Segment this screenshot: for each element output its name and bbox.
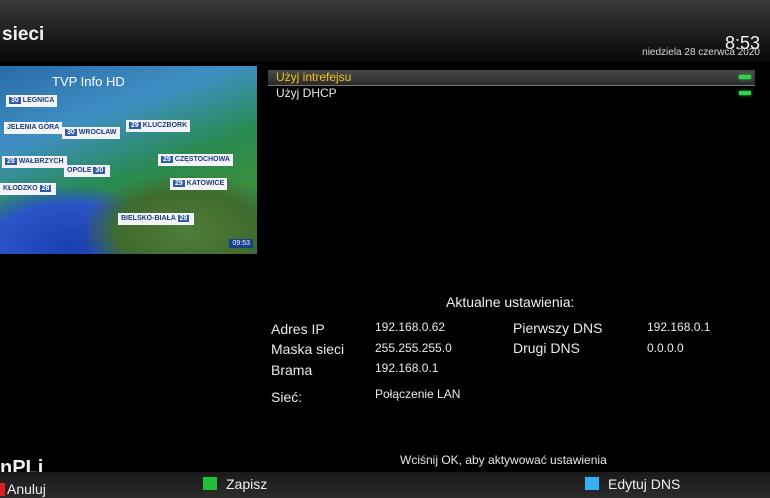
menu-item-use-dhcp[interactable]: Użyj DHCP (268, 86, 755, 101)
red-key-icon (0, 483, 5, 496)
button-bar: Anuluj Zapisz Edytuj DNS (0, 472, 770, 498)
menu-item-use-interface[interactable]: Użyj intrefejsu (268, 70, 755, 86)
blue-key-icon (585, 477, 599, 490)
menu-item-label: Użyj intrefejsu (276, 70, 352, 84)
network-value: Połączenie LAN (375, 387, 461, 401)
weather-tag-wroclaw: 30 WROCŁAW (62, 127, 120, 139)
edit-dns-button[interactable]: Edytuj DNS (608, 476, 680, 492)
date: niedziela 28 czerwca 2020 (642, 47, 760, 58)
preview-clock: 09:53 (229, 239, 253, 248)
save-button[interactable]: Zapisz (226, 476, 267, 492)
toggle-on-indicator (739, 91, 751, 95)
ip-value: 192.168.0.62 (375, 320, 446, 334)
green-key-icon (203, 477, 217, 490)
weather-tag-opole: OPOLE 30 (64, 165, 111, 177)
current-settings-title: Aktualne ustawienia: (446, 294, 575, 310)
weather-tag-katowice: 29 KATOWICE (170, 178, 228, 190)
network-label: Sieć: (271, 389, 303, 405)
settings-menu: Użyj intrefejsu Użyj DHCP (268, 70, 755, 101)
page-title: sieci (2, 24, 45, 45)
cancel-button[interactable]: Anuluj (7, 481, 46, 497)
dns2-label: Drugi DNS (513, 340, 580, 356)
mask-label: Maska sieci (271, 341, 345, 357)
menu-item-label: Użyj DHCP (276, 86, 337, 100)
channel-name: TVP Info HD (52, 74, 125, 89)
weather-tag-bielsko-biala: BIELSKO-BIAŁA 29 (118, 213, 195, 225)
ok-hint: Wciśnij OK, aby aktywować ustawienia (400, 453, 607, 467)
weather-tag-czestochowa: 29 CZĘSTOCHOWA (158, 154, 233, 166)
weather-tag-klodzko: KŁODZKO 28 (0, 183, 57, 195)
weather-tag-legnica: 30 LEGNICA (6, 95, 58, 107)
top-bar: sieci 8:53 niedziela 28 czerwca 2020 (0, 0, 770, 62)
dns2-value: 0.0.0.0 (647, 341, 684, 355)
gateway-label: Brama (271, 362, 313, 378)
tv-preview: TVP Info HD 30 LEGNICA 29 KLUCZBORK JELENI… (0, 66, 257, 254)
weather-tag-jelenia-gora: JELENIA GÓRA (4, 122, 63, 134)
toggle-on-indicator (739, 75, 751, 79)
dns1-label: Pierwszy DNS (513, 320, 603, 336)
dns1-value: 192.168.0.1 (647, 320, 711, 334)
weather-tag-kluczbork: 29 KLUCZBORK (126, 120, 191, 132)
ip-label: Adres IP (271, 321, 325, 337)
weather-tag-walbrzych: 29 WAŁBRZYCH (2, 156, 67, 168)
gateway-value: 192.168.0.1 (375, 361, 439, 375)
mask-value: 255.255.255.0 (375, 341, 452, 355)
